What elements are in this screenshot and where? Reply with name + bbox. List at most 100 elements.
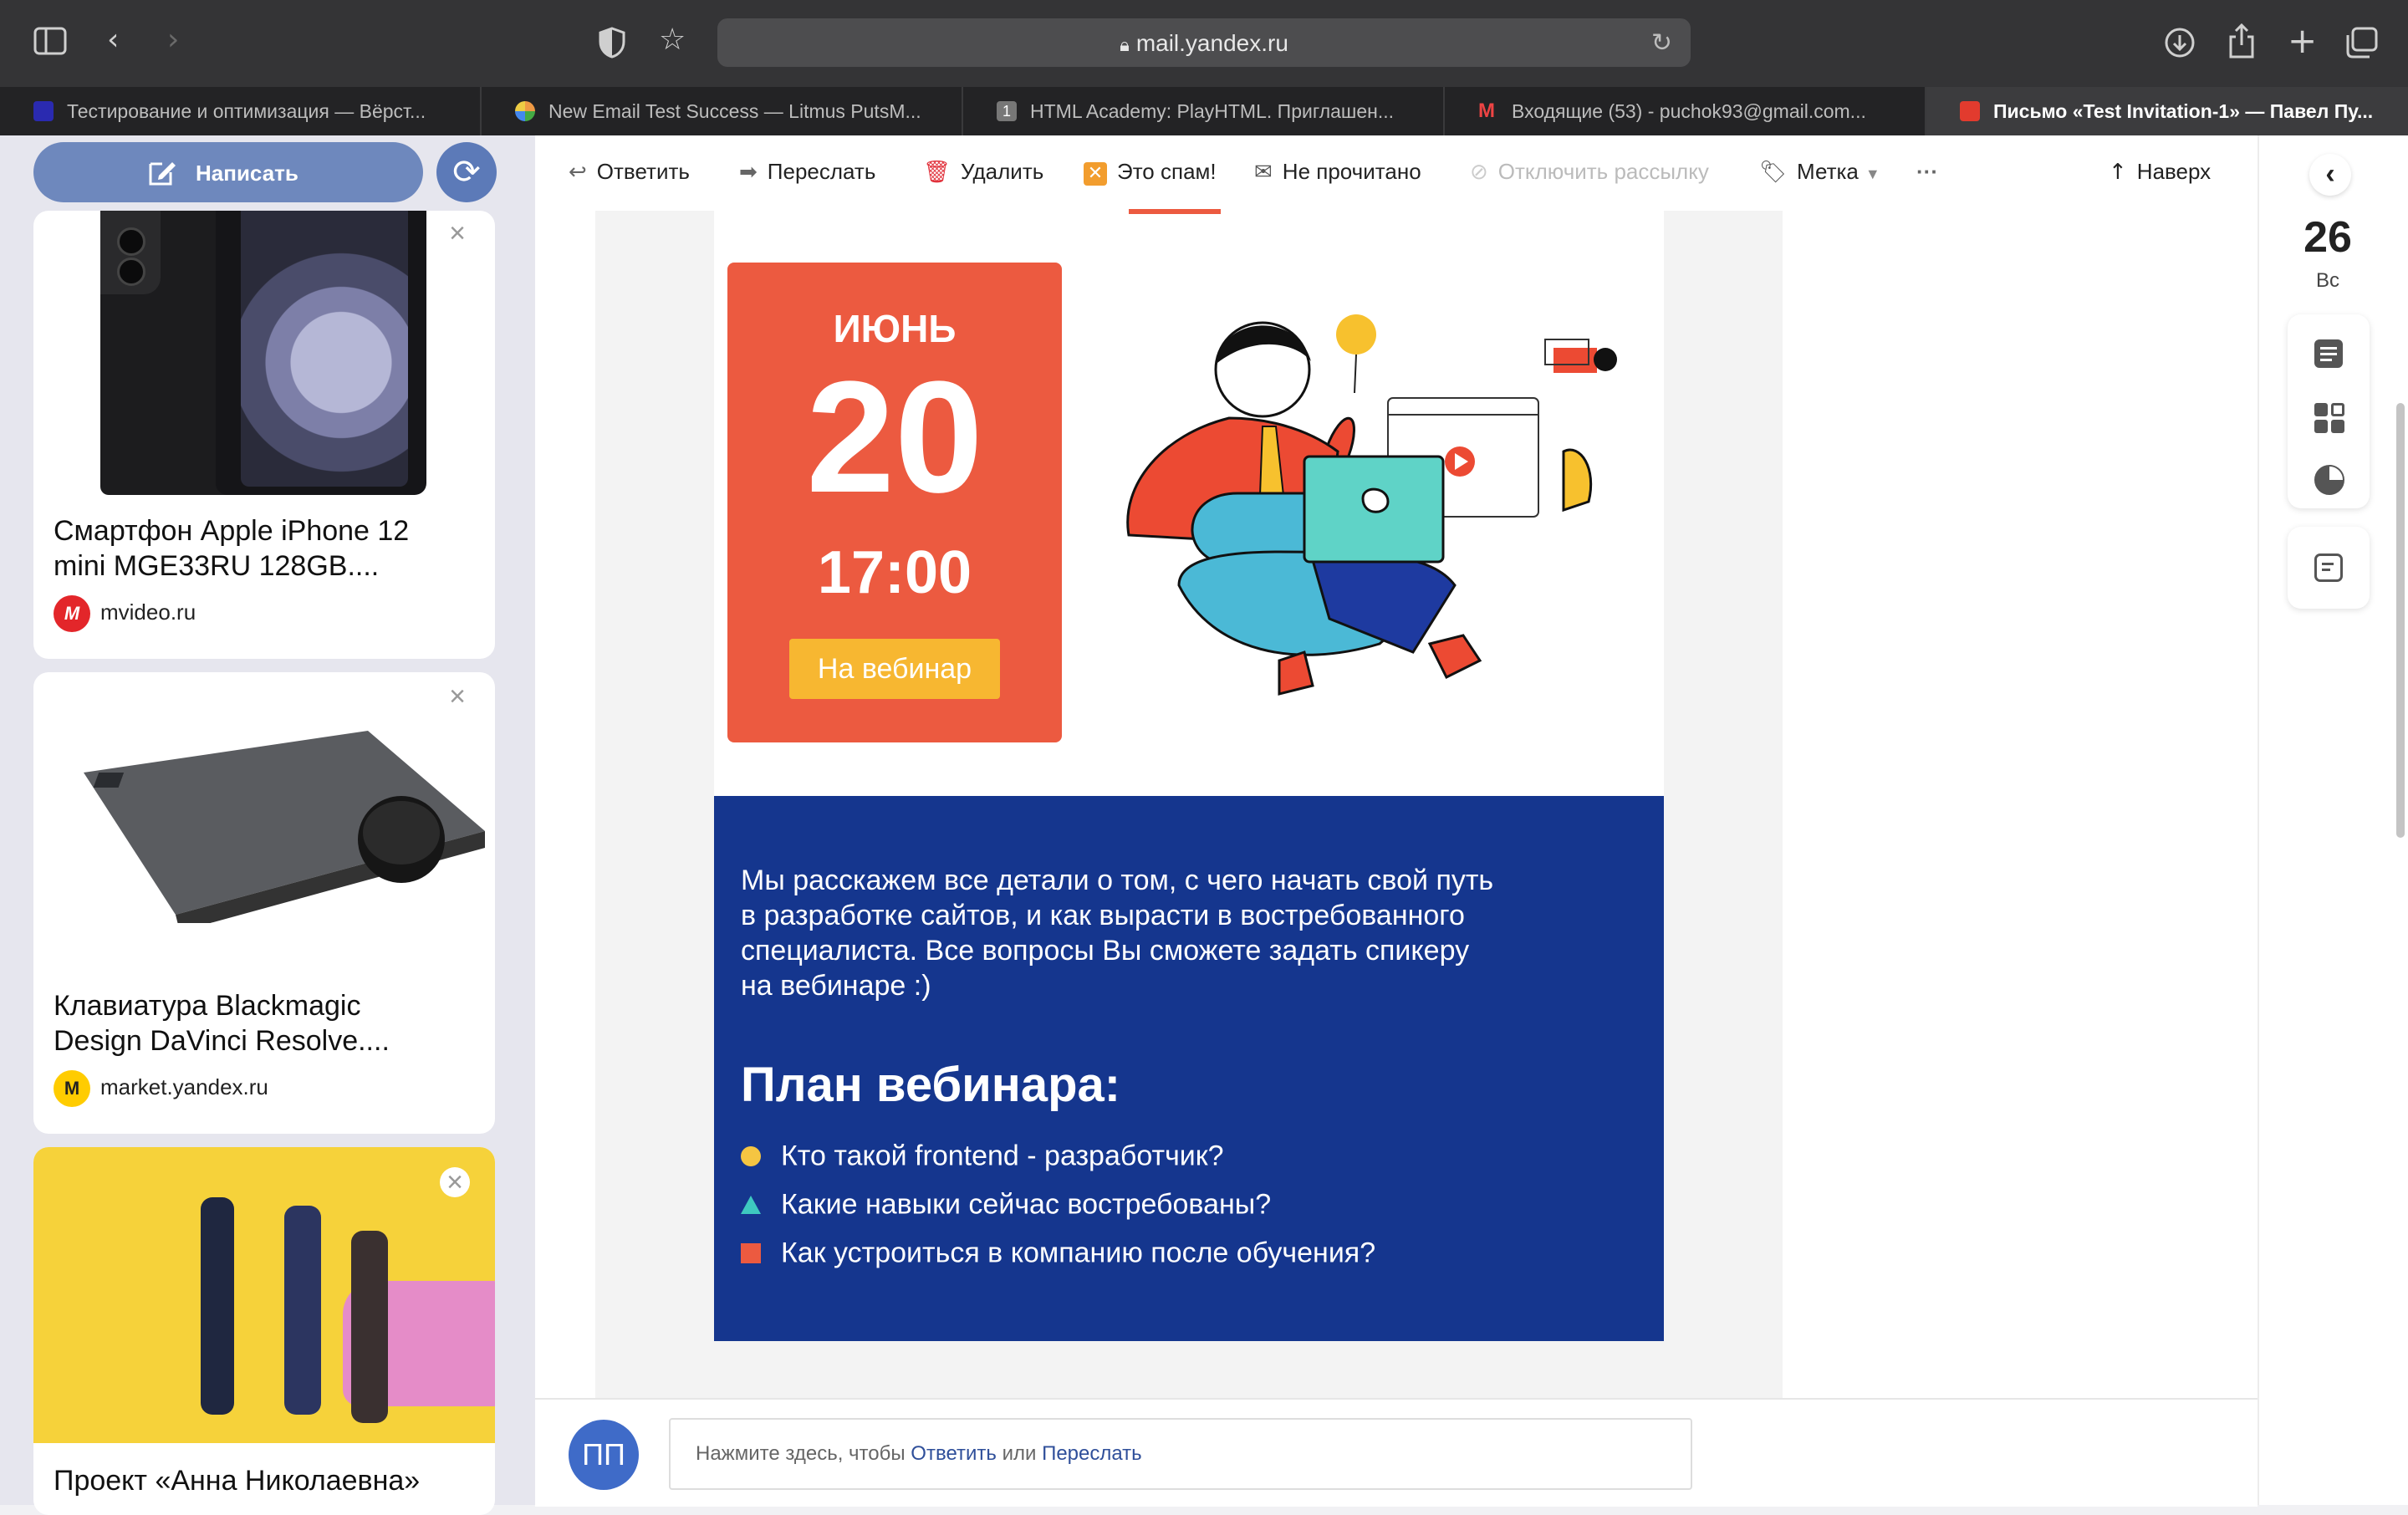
mark-unread-button[interactable]: ✉ Не прочитано bbox=[1254, 159, 1421, 185]
date-day: 20 bbox=[806, 349, 983, 526]
tab-overview-icon[interactable] bbox=[2344, 27, 2378, 64]
share-icon[interactable] bbox=[2227, 23, 2256, 64]
close-ad-icon[interactable]: × bbox=[440, 1167, 470, 1197]
delete-button[interactable]: 🗑︎ Удалить bbox=[923, 159, 1043, 185]
calendar-day[interactable]: 26 bbox=[2259, 212, 2396, 263]
url-text: mail.yandex.ru bbox=[1135, 30, 1288, 56]
forward-arrow-icon[interactable]: › bbox=[167, 25, 179, 55]
tag-icon: 🏷︎ bbox=[1759, 160, 1788, 185]
browser-tab-active[interactable]: Письмо «Test Invitation-1» — Павел Пу... bbox=[1926, 87, 2408, 135]
message-toolbar: ↩ Ответить ➡ Переслать 🗑︎ Удалить ✕ Это спам… bbox=[535, 135, 2258, 212]
unsubscribe-button[interactable]: ⊘ Отключить рассылку bbox=[1470, 159, 1709, 185]
plan-item: Какие навыки сейчас востребованы? bbox=[741, 1187, 1271, 1222]
ad-card[interactable]: × Клавиатура Blackmagic Design DaVinci R… bbox=[33, 672, 495, 1134]
forward-button[interactable]: ➡ Переслать bbox=[739, 159, 875, 185]
pie-chart-icon[interactable] bbox=[2314, 465, 2344, 495]
tab-favicon-icon: 1 bbox=[997, 100, 1017, 121]
collapse-chevron-icon[interactable]: ‹ bbox=[2309, 154, 2351, 196]
teal-triangle-icon bbox=[741, 1196, 761, 1215]
notes-widget bbox=[2288, 527, 2370, 609]
apps-grid-icon[interactable] bbox=[2314, 403, 2344, 433]
ad-title[interactable]: Клавиатура Blackmagic Design DaVinci Res… bbox=[54, 988, 390, 1058]
refresh-icon[interactable]: ⟳ bbox=[436, 142, 497, 202]
address-bar[interactable]: 🔒︎ mail.yandex.ru ↻ bbox=[717, 18, 1691, 67]
trash-icon: 🗑︎ bbox=[923, 160, 951, 185]
quick-reply-bar: ПП Нажмите здесь, чтобы Ответить или Пер… bbox=[535, 1398, 2258, 1507]
browser-tab[interactable]: M Входящие (53) - puchok93@gmail.com... bbox=[1445, 87, 1926, 135]
right-rail: ‹ 26 Вс bbox=[2258, 135, 2408, 1505]
webinar-button[interactable]: На вебинар bbox=[789, 639, 1000, 699]
gmail-icon: M bbox=[1478, 99, 1495, 122]
date-month: ИЮНЬ bbox=[833, 307, 957, 350]
sidebar-toggle-icon[interactable] bbox=[33, 27, 67, 61]
calendar-weekday: Вс bbox=[2315, 269, 2339, 292]
quick-reply-input[interactable]: Нажмите здесь, чтобы Ответить или Пересл… bbox=[669, 1418, 1692, 1490]
tab-title: Входящие (53) - puchok93@gmail.com... bbox=[1512, 100, 1866, 122]
chevron-down-icon: ▼ bbox=[1865, 166, 1880, 182]
pencil-icon bbox=[147, 157, 177, 193]
browser-tab[interactable]: New Email Test Success — Litmus PutsM... bbox=[482, 87, 963, 135]
quick-forward-link[interactable]: Переслать bbox=[1042, 1442, 1142, 1465]
iphone-screen-image bbox=[216, 211, 426, 495]
reload-icon[interactable]: ↻ bbox=[1651, 28, 1672, 58]
ad-source[interactable]: Мmarket.yandex.ru bbox=[54, 1070, 268, 1107]
ad-title[interactable]: Смартфон Apple iPhone 12 mini MGE33RU 12… bbox=[54, 513, 409, 584]
downloads-icon[interactable] bbox=[2164, 27, 2196, 64]
scrollbar[interactable] bbox=[2396, 403, 2405, 838]
spam-button[interactable]: ✕ Это спам! bbox=[1084, 159, 1217, 186]
scroll-top-button[interactable]: ↑ Наверх bbox=[2109, 159, 2211, 185]
tab-bar: Тестирование и оптимизация — Вёрст... Ne… bbox=[0, 87, 2408, 135]
close-ad-icon[interactable]: × bbox=[445, 682, 470, 711]
plan-title: План вебинара: bbox=[741, 1058, 1121, 1112]
cut-off-text bbox=[1129, 209, 1221, 214]
unsubscribe-icon: ⊘ bbox=[1470, 160, 1488, 185]
more-button[interactable]: ··· bbox=[1916, 159, 1938, 185]
lock-icon: 🔒︎ bbox=[1120, 34, 1130, 55]
tv-show-image bbox=[33, 1147, 495, 1443]
keyboard-image bbox=[50, 722, 485, 931]
document-icon[interactable] bbox=[2314, 553, 2343, 582]
iphone-image bbox=[100, 211, 161, 294]
browser-tab[interactable]: 1 HTML Academy: PlayHTML. Приглашен... bbox=[963, 87, 1445, 135]
new-tab-plus-icon[interactable]: + bbox=[2288, 23, 2317, 59]
ad-title[interactable]: Проект «Анна Николаевна» bbox=[54, 1463, 420, 1498]
compose-label: Написать bbox=[196, 161, 298, 186]
spam-icon: ✕ bbox=[1084, 162, 1107, 186]
browser-tab[interactable]: Тестирование и оптимизация — Вёрст... bbox=[0, 87, 482, 135]
yellow-circle-icon bbox=[741, 1146, 761, 1167]
webinar-date-card: ИЮНЬ 20 17:00 На вебинар bbox=[727, 263, 1062, 742]
bookmark-star-icon[interactable]: ☆ bbox=[659, 25, 686, 55]
ad-source[interactable]: Mmvideo.ru bbox=[54, 595, 196, 632]
tab-favicon-icon bbox=[515, 100, 535, 121]
webinar-plan-section: Мы расскажем все детали о том, с чего на… bbox=[714, 796, 1664, 1341]
widgets-panel bbox=[2288, 314, 2370, 508]
reply-button[interactable]: ↩ Ответить bbox=[569, 159, 690, 185]
tab-title: Тестирование и оптимизация — Вёрст... bbox=[67, 100, 426, 122]
developer-illustration bbox=[1112, 301, 1630, 719]
quick-reply-link[interactable]: Ответить bbox=[911, 1442, 997, 1465]
arrow-up-icon: ↑ bbox=[2109, 160, 2127, 185]
plan-item: Как устроиться в компанию после обучения… bbox=[741, 1236, 1375, 1270]
envelope-icon: ✉ bbox=[1254, 160, 1273, 185]
ad-card[interactable]: × Смартфон Apple iPhone 12 mini MGE33RU … bbox=[33, 211, 495, 659]
tab-title: Письмо «Test Invitation-1» — Павел Пу... bbox=[1993, 100, 2374, 122]
compose-button[interactable]: Написать bbox=[33, 142, 423, 202]
webinar-description: Мы расскажем все детали о том, с чего на… bbox=[741, 865, 1494, 1002]
tab-title: New Email Test Success — Litmus PutsM... bbox=[548, 100, 921, 122]
label-button[interactable]: 🏷︎ Метка ▼ bbox=[1759, 159, 1880, 185]
avatar: ПП bbox=[569, 1420, 639, 1490]
mail-icon bbox=[1960, 100, 1980, 121]
date-time: 17:00 bbox=[817, 539, 972, 606]
reply-arrow-icon: ↩ bbox=[569, 160, 587, 185]
notes-icon[interactable] bbox=[2314, 339, 2343, 368]
market-logo-icon: М bbox=[54, 1070, 90, 1107]
ad-card[interactable]: × Проект «Анна Николаевна» bbox=[33, 1147, 495, 1515]
back-arrow-icon[interactable]: ‹ bbox=[107, 25, 119, 55]
browser-toolbar: ‹ › ☆ 🔒︎ mail.yandex.ru ↻ + bbox=[0, 0, 2408, 87]
tab-favicon-icon bbox=[33, 100, 54, 121]
plan-item: Кто такой frontend - разработчик? bbox=[741, 1139, 1224, 1173]
close-ad-icon[interactable]: × bbox=[445, 219, 470, 247]
red-square-icon bbox=[741, 1243, 761, 1264]
shield-icon[interactable] bbox=[599, 27, 625, 64]
tab-title: HTML Academy: PlayHTML. Приглашен... bbox=[1030, 100, 1395, 122]
